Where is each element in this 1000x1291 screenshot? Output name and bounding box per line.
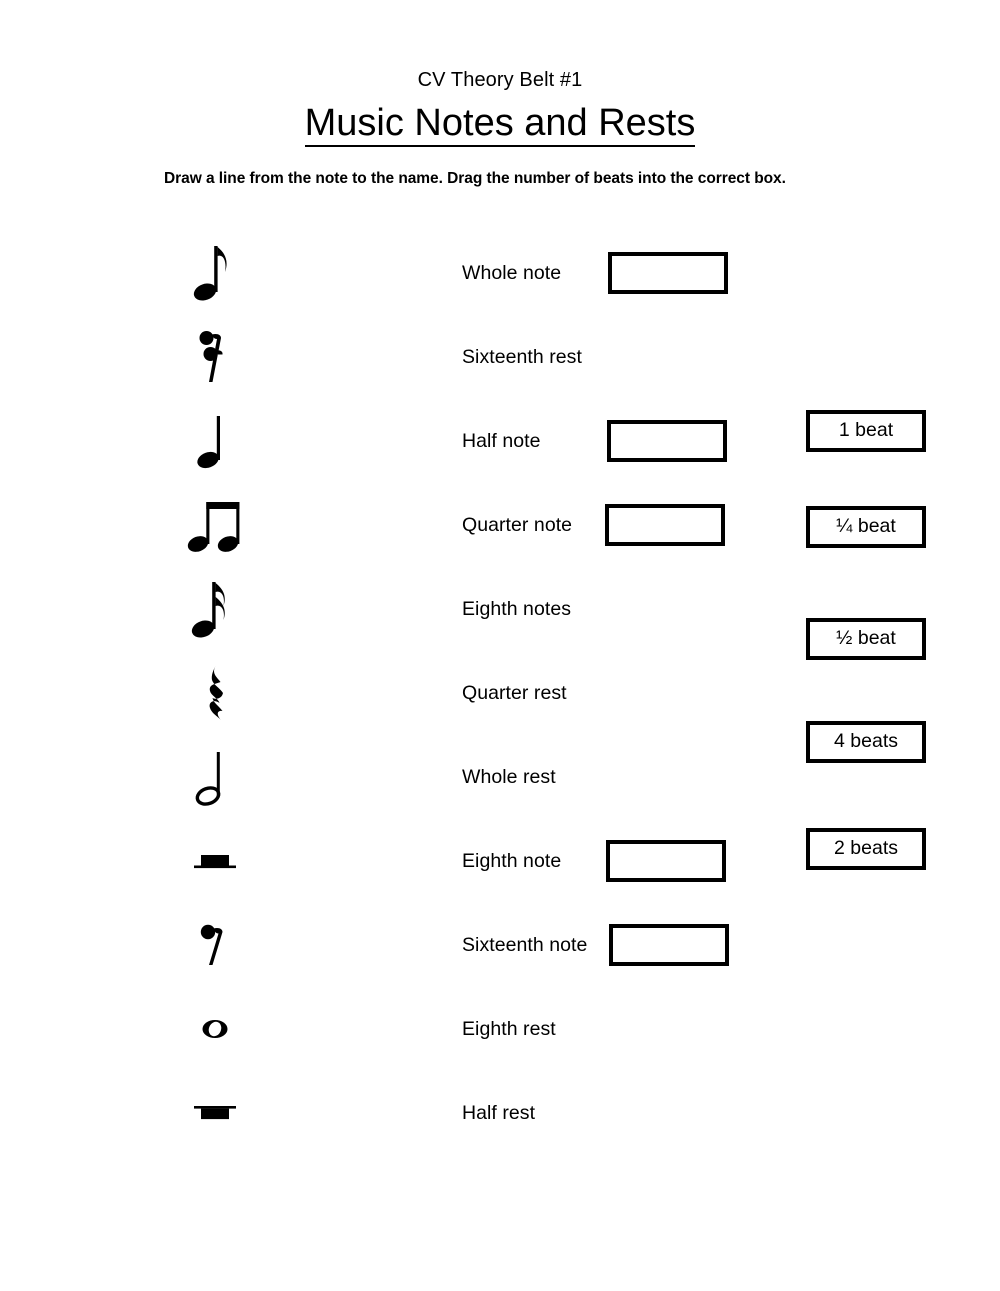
note-name-label[interactable]: Sixteenth rest (462, 315, 582, 399)
worksheet-row: Half rest (0, 1071, 1000, 1155)
worksheet-row: Eighth rest (0, 987, 1000, 1071)
note-name-label[interactable]: Whole note (462, 231, 561, 315)
answer-drop-box[interactable] (606, 840, 726, 882)
beat-value-box[interactable]: ½ beat (806, 618, 926, 660)
note-name-label[interactable]: Sixteenth note (462, 903, 587, 987)
sixteenth-rest-icon[interactable] (160, 315, 270, 399)
sixteenth-note-icon[interactable] (160, 567, 270, 651)
half-note-icon[interactable] (160, 735, 270, 819)
quarter-note-icon[interactable] (160, 399, 270, 483)
eighth-note-icon[interactable] (160, 231, 270, 315)
worksheet-row: Sixteenth rest (0, 315, 1000, 399)
eighth-rest-icon[interactable] (160, 903, 270, 987)
beat-value-box[interactable]: 2 beats (806, 828, 926, 870)
beamed-eighth-notes-icon[interactable] (160, 483, 270, 567)
answer-drop-box[interactable] (605, 504, 725, 546)
note-name-label[interactable]: Eighth notes (462, 567, 571, 651)
worksheet-body: Whole note Sixteenth rest Half note Quar… (0, 0, 1000, 1291)
note-name-label[interactable]: Whole rest (462, 735, 556, 819)
note-name-label[interactable]: Half note (462, 399, 541, 483)
answer-drop-box[interactable] (608, 252, 728, 294)
note-name-label[interactable]: Quarter rest (462, 651, 567, 735)
whole-rest-icon[interactable] (160, 1071, 270, 1155)
beat-value-box[interactable]: ¼ beat (806, 506, 926, 548)
beat-value-box[interactable]: 4 beats (806, 721, 926, 763)
worksheet-row: Whole note (0, 231, 1000, 315)
note-name-label[interactable]: Eighth rest (462, 987, 556, 1071)
worksheet-row: Sixteenth note (0, 903, 1000, 987)
answer-drop-box[interactable] (607, 420, 727, 462)
note-name-label[interactable]: Quarter note (462, 483, 572, 567)
beat-value-box[interactable]: 1 beat (806, 410, 926, 452)
note-name-label[interactable]: Half rest (462, 1071, 535, 1155)
quarter-rest-icon[interactable] (160, 651, 270, 735)
whole-note-icon[interactable] (160, 987, 270, 1071)
answer-drop-box[interactable] (609, 924, 729, 966)
half-rest-icon[interactable] (160, 819, 270, 903)
note-name-label[interactable]: Eighth note (462, 819, 561, 903)
